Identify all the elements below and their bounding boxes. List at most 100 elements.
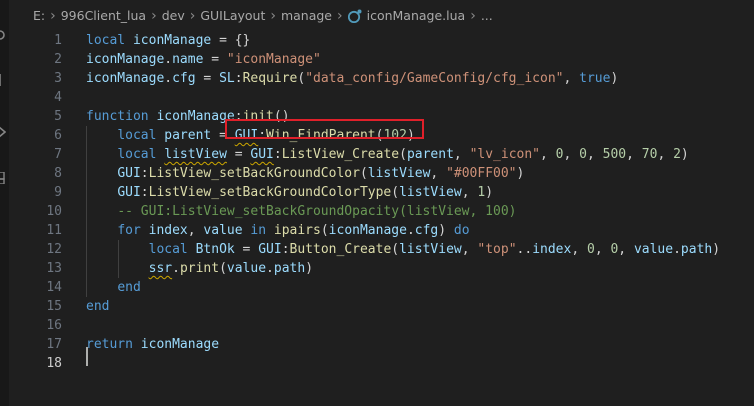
code-token: 500 <box>602 147 627 162</box>
line-number: 12 <box>46 242 62 257</box>
code-token: GUI <box>250 147 274 162</box>
code-token: ) <box>485 185 494 200</box>
breadcrumb-item-guilayout[interactable]: GUILayout <box>200 8 265 23</box>
code-text: ssr.print(value.path) <box>86 259 313 278</box>
line-number: 7 <box>54 147 62 162</box>
code-text: return iconManage <box>86 335 219 354</box>
search-icon[interactable] <box>0 29 6 41</box>
line-number: 10 <box>46 204 62 219</box>
line-number: 9 <box>54 185 62 200</box>
code-token: : <box>234 71 243 86</box>
code-token: ) <box>610 71 619 86</box>
code-token: Button_Create <box>289 242 392 257</box>
code-token: ( <box>219 261 227 276</box>
code-editor[interactable]: 1 local iconManage = {} 2 iconManage.name =… <box>9 31 754 406</box>
code-line[interactable]: 15 end <box>9 297 754 316</box>
code-token: iconManage <box>132 33 212 48</box>
line-number: 3 <box>54 71 62 86</box>
code-text: local BtnOk = GUI:Button_Create(listView… <box>86 240 720 259</box>
chevron-right-icon: › <box>151 7 157 24</box>
code-token: , <box>563 71 580 86</box>
code-token: listView <box>399 242 462 257</box>
code-token: "#00FF00" <box>446 166 517 181</box>
code-token: : <box>281 242 290 257</box>
code-token: = <box>226 147 251 162</box>
code-token: , <box>540 147 556 162</box>
code-line[interactable]: 4 <box>9 88 754 107</box>
source-control-icon[interactable] <box>0 74 6 86</box>
code-line[interactable]: 18 <box>9 354 754 373</box>
code-token: ( <box>297 71 306 86</box>
code-token: path <box>273 261 306 276</box>
code-line[interactable]: 10 -- GUI:ListView_setBackGroundOpacity(… <box>9 202 754 221</box>
code-line[interactable]: 13 ssr.print(value.path) <box>9 259 754 278</box>
code-token: value <box>203 223 243 238</box>
code-line[interactable]: 12 local BtnOk = GUI:Button_Create(listV… <box>9 240 754 259</box>
code-line[interactable]: 17 return iconManage <box>9 335 754 354</box>
chevron-right-icon: › <box>270 7 276 24</box>
code-line[interactable]: 8 GUI:ListView_setBackGroundColor(listVi… <box>9 164 754 183</box>
code-token: 70 <box>641 147 658 162</box>
line-number: 1 <box>54 33 62 48</box>
code-token: ListView_setBackGroundColor <box>148 166 360 181</box>
code-token: 0 <box>586 242 595 257</box>
code-token: ListView_Create <box>281 147 400 162</box>
code-token: ) <box>680 147 689 162</box>
code-line[interactable]: 11 for index, value in ipairs(iconManage… <box>9 221 754 240</box>
code-line[interactable]: 3 iconManage.cfg = SL:Require("data_confi… <box>9 69 754 88</box>
code-line[interactable]: 7 local listView = GUI:ListView_Create(p… <box>9 145 754 164</box>
run-debug-icon[interactable] <box>0 126 6 138</box>
breadcrumb-item-manage[interactable]: manage <box>281 8 332 23</box>
line-number: 17 <box>46 337 62 352</box>
code-token: path <box>680 242 713 257</box>
code-token: "lv_icon" <box>469 147 541 162</box>
code-token: iconManage <box>86 71 165 86</box>
code-token: , <box>563 147 580 162</box>
code-token: ) <box>438 223 454 238</box>
code-token: . <box>266 261 274 276</box>
code-token: = <box>195 71 220 86</box>
breadcrumb-ellipsis[interactable]: ... <box>481 8 493 23</box>
code-token: ipairs <box>273 223 321 238</box>
code-token: , <box>586 147 603 162</box>
code-line[interactable]: 9 GUI:ListView_setBackGroundColorType(li… <box>9 183 754 202</box>
code-token: . <box>406 223 415 238</box>
line-number: 18 <box>46 356 62 371</box>
extensions-icon[interactable] <box>0 172 6 184</box>
code-token: 0 <box>579 147 587 162</box>
code-token: name <box>172 52 204 67</box>
code-text: GUI:ListView_setBackGroundColorType(list… <box>86 183 493 202</box>
code-token: parent <box>164 128 212 143</box>
code-token: iconManage <box>140 337 220 352</box>
breadcrumb-item-file[interactable]: iconManage.lua <box>367 8 466 23</box>
code-token: ( <box>320 223 329 238</box>
code-line[interactable]: 14 end <box>9 278 754 297</box>
code-token: . <box>164 52 173 67</box>
code-token: return <box>86 337 141 352</box>
code-line[interactable]: 1 local iconManage = {} <box>9 31 754 50</box>
code-token: , <box>430 166 447 181</box>
code-token: cfg <box>414 223 439 238</box>
code-token: listView <box>399 185 462 200</box>
code-text: -- GUI:ListView_setBackGroundOpacity(lis… <box>86 202 516 221</box>
code-token: , <box>594 242 611 257</box>
line-number: 14 <box>46 280 62 295</box>
line-number: 13 <box>46 261 62 276</box>
breadcrumb-item-drive[interactable]: E: <box>33 8 45 23</box>
code-token: , <box>626 147 642 162</box>
breadcrumb-item-dev[interactable]: dev <box>162 8 185 23</box>
code-token: local <box>148 242 196 257</box>
code-token: index <box>148 223 188 238</box>
code-token: local <box>117 147 165 162</box>
code-token: , <box>453 147 470 162</box>
code-line[interactable]: 2 iconManage.name = "iconManage" <box>9 50 754 69</box>
code-line[interactable]: 16 <box>9 316 754 335</box>
breadcrumb-item-project[interactable]: 996Client_lua <box>61 8 146 23</box>
code-token: index <box>532 242 572 257</box>
chevron-right-icon: › <box>337 7 343 24</box>
